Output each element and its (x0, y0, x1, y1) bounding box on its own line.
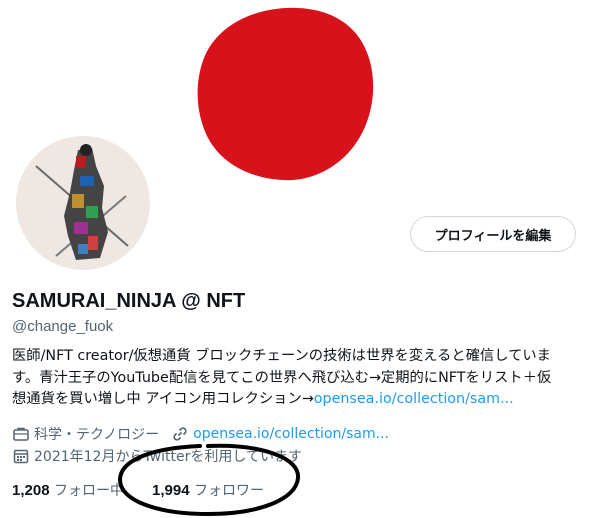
bio: 医師/NFT creator/仮想通貨 ブロックチェーンの技術は世界を変えると確… (12, 346, 582, 411)
user-handle: @change_fuok (12, 318, 114, 335)
following-link[interactable]: 1,208 フォロー中 (12, 480, 124, 500)
briefcase-icon (13, 427, 29, 441)
display-name: SAMURAI_NINJA @ NFT (12, 290, 246, 312)
hand-drawn-circle-annotation (117, 443, 300, 517)
bio-line: 医師/NFT creator/仮想通貨 ブロックチェーンの技術は世界を変えると確… (12, 348, 551, 364)
profile-avatar[interactable] (10, 130, 156, 276)
bio-line: 想通貨を買い増し中 アイコン用コレクション→opensea.io/collect… (12, 389, 582, 411)
following-count: 1,208 (12, 482, 50, 499)
bio-text: 想通貨を買い増し中 アイコン用コレクション→ (12, 391, 314, 407)
calendar-icon (13, 449, 29, 464)
bio-line: す。青汁王子のYouTube配信を見てこの世界へ飛び込む→定期的にNFTをリスト… (12, 369, 552, 386)
samurai-artwork (35, 144, 129, 260)
edit-profile-button[interactable]: プロフィールを編集 (410, 216, 576, 252)
avatar-image (16, 136, 150, 270)
bio-collection-link[interactable]: opensea.io/collection/sam... (314, 391, 514, 407)
red-sun-banner-image (197, 7, 374, 181)
